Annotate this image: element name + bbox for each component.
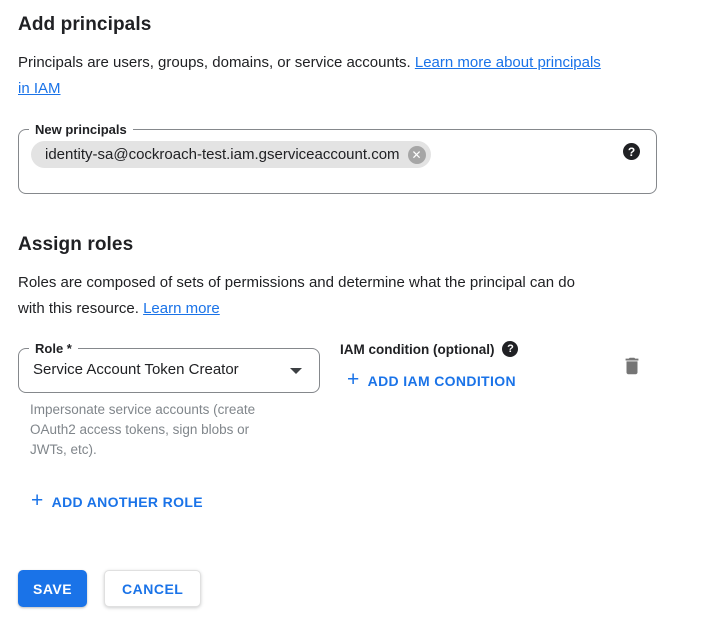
role-selected-value: Service Account Token Creator xyxy=(33,361,239,378)
delete-role-button[interactable] xyxy=(621,355,643,380)
plus-icon: + xyxy=(31,490,44,511)
new-principals-help-icon[interactable]: ? xyxy=(623,143,640,160)
iam-condition-label: IAM condition (optional) xyxy=(340,342,494,357)
principal-chip[interactable]: identity-sa@cockroach-test.iam.gservicea… xyxy=(31,141,431,168)
add-another-role-button[interactable]: + ADD ANOTHER ROLE xyxy=(31,491,203,512)
principals-description: Principals are users, groups, domains, o… xyxy=(18,50,683,102)
trash-icon xyxy=(621,355,643,377)
add-iam-condition-button[interactable]: + ADD IAM CONDITION xyxy=(347,370,516,391)
iam-condition-header: IAM condition (optional) ? xyxy=(340,341,518,357)
new-principals-label: New principals xyxy=(29,121,133,138)
role-select[interactable]: Role * Service Account Token Creator xyxy=(18,348,320,393)
dropdown-arrow-icon[interactable] xyxy=(290,368,302,374)
roles-description: Roles are composed of sets of permission… xyxy=(18,270,683,322)
learn-more-roles-link[interactable]: Learn more xyxy=(143,300,220,317)
role-label: Role * xyxy=(29,340,78,357)
plus-icon: + xyxy=(347,369,360,390)
page-title: Add principals xyxy=(18,14,151,36)
principals-description-text: Principals are users, groups, domains, o… xyxy=(18,54,411,71)
assign-roles-title: Assign roles xyxy=(18,234,133,256)
role-description: Impersonate service accounts (create OAu… xyxy=(30,400,288,460)
principal-chip-value: identity-sa@cockroach-test.iam.gservicea… xyxy=(45,146,400,163)
iam-condition-help-icon[interactable]: ? xyxy=(502,341,518,357)
save-button[interactable]: SAVE xyxy=(18,570,87,607)
chip-remove-icon[interactable]: ✕ xyxy=(408,146,426,164)
cancel-button[interactable]: CANCEL xyxy=(104,570,201,607)
new-principals-field[interactable]: New principals identity-sa@cockroach-tes… xyxy=(18,129,657,194)
